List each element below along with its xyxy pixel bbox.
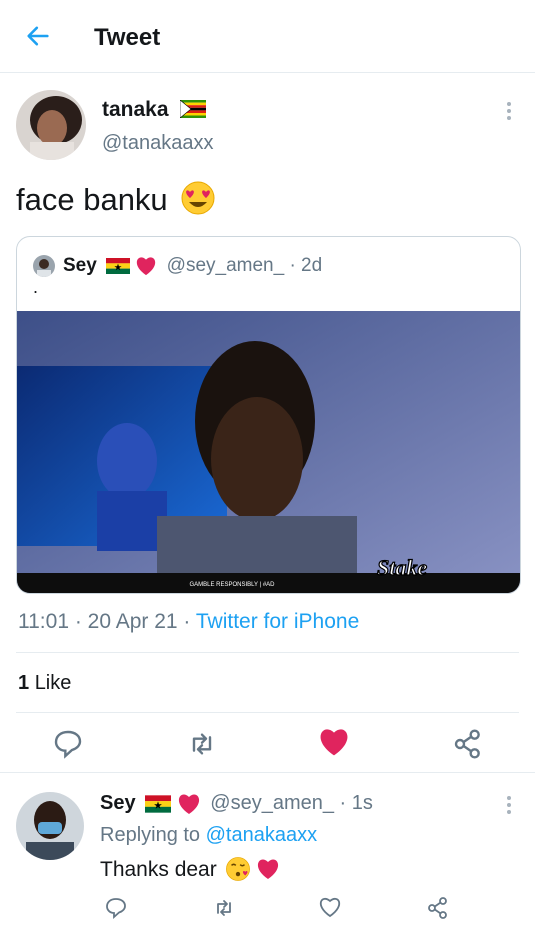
replying-to-line: Replying to @tanakaaxx (100, 824, 318, 846)
quote-author-line: Sey @sey_amen_ · 2d (63, 255, 322, 277)
zimbabwe-flag-icon (180, 100, 206, 118)
reply-like-icon[interactable] (318, 896, 342, 918)
reply-more-options-icon[interactable] (507, 796, 513, 817)
red-heart-icon (137, 257, 156, 276)
red-heart-icon (178, 794, 199, 814)
tweet-text: face banku (16, 180, 216, 218)
reply-text: Thanks dear (100, 856, 280, 882)
heart-eyes-emoji-icon (181, 181, 215, 215)
kissing-face-emoji-icon (225, 857, 250, 881)
like-heart-icon[interactable] (318, 726, 350, 758)
ghana-flag-icon (145, 795, 172, 813)
share-icon[interactable] (452, 728, 484, 760)
author-handle[interactable]: @tanakaaxx (102, 132, 213, 155)
back-arrow-icon[interactable] (24, 22, 52, 50)
red-heart-icon (258, 859, 279, 879)
reply-author-line: Sey @sey_amen_ · 1s (100, 792, 373, 815)
reply-comment-icon[interactable] (104, 896, 128, 920)
replying-to-link[interactable]: @tanakaaxx (206, 824, 317, 846)
reply-author-name[interactable]: Sey (100, 792, 136, 814)
ghana-flag-icon (106, 257, 131, 274)
quote-media-image[interactable]: GAMBLE RESPONSIBLY | #AD Stake (17, 311, 520, 593)
reply-retweet-icon[interactable] (212, 896, 236, 920)
tweet-source[interactable]: Twitter for iPhone (196, 610, 359, 633)
like-count[interactable]: 1 Like (18, 672, 71, 695)
tweet-timestamp: 11:01 · 20 Apr 21 · (18, 610, 191, 633)
author-name[interactable]: tanaka (102, 98, 169, 122)
quote-text: . (33, 277, 39, 297)
section-divider (0, 772, 535, 773)
reply-author-handle[interactable]: @sey_amen_ · 1s (210, 792, 373, 814)
reply-share-icon[interactable] (426, 896, 450, 920)
quote-author-handle: @sey_amen_ · 2d (166, 255, 323, 276)
quote-author-name: Sey (63, 255, 97, 276)
reply-author-avatar[interactable] (16, 792, 84, 860)
image-banner-text: GAMBLE RESPONSIBLY | #AD (189, 582, 275, 588)
page-title: Tweet (94, 24, 161, 51)
divider (16, 712, 519, 713)
reply-icon[interactable] (52, 728, 84, 760)
more-options-icon[interactable] (507, 102, 513, 123)
tweet-meta: 11:01 · 20 Apr 21 · Twitter for iPhone (18, 610, 359, 634)
quoted-tweet-card[interactable]: Sey @sey_amen_ · 2d . GAMBLE RESPONSIBLY… (16, 236, 521, 594)
top-bar: Tweet (0, 0, 535, 73)
author-avatar[interactable] (16, 90, 86, 160)
retweet-icon[interactable] (186, 728, 218, 760)
divider (16, 652, 519, 653)
image-logo-text: Stake (377, 555, 427, 580)
quote-author-avatar (33, 255, 55, 277)
